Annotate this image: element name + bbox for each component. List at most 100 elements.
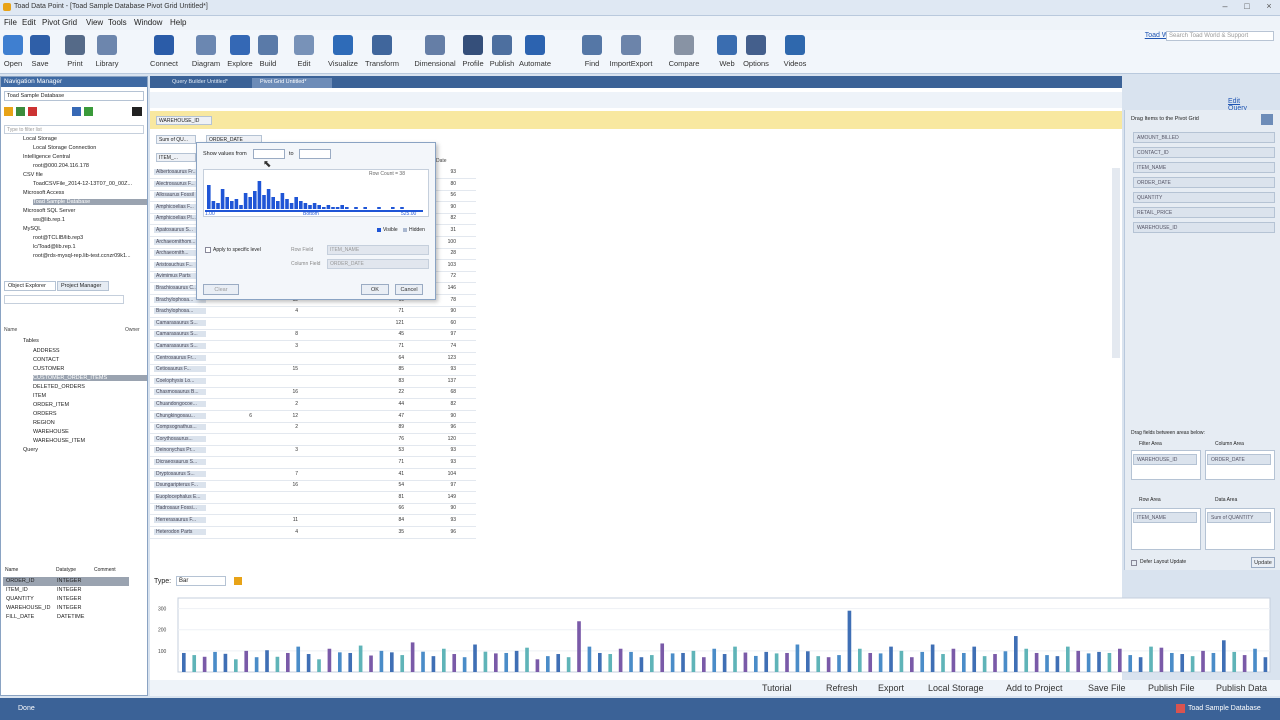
tab-project-manager[interactable]: Project Manager — [57, 281, 109, 291]
chart-bar[interactable] — [390, 652, 394, 672]
options-button[interactable]: Options — [740, 35, 772, 68]
chart-bar[interactable] — [379, 650, 384, 672]
chart-bar[interactable] — [785, 652, 789, 672]
chart-bar[interactable] — [889, 646, 893, 672]
ok-button[interactable]: OK — [361, 284, 389, 295]
tree-node[interactable]: Local Storage Connection — [33, 145, 96, 151]
table-node[interactable]: REGION — [33, 420, 55, 426]
save-file-button[interactable]: Save File — [1088, 683, 1126, 693]
field-item[interactable]: RETAIL_PRICE — [1133, 207, 1275, 218]
clear-button[interactable]: Clear — [203, 284, 239, 295]
chart-bar[interactable] — [327, 648, 332, 672]
chart-bar[interactable] — [691, 650, 696, 672]
chart-bar[interactable] — [1045, 655, 1049, 672]
tree-node[interactable]: root@TCLIB/lib.rep3 — [33, 235, 83, 241]
filter-area-item[interactable]: WAREHOUSE_ID — [1133, 454, 1197, 465]
chart-bar[interactable] — [951, 648, 956, 672]
vertical-scrollbar[interactable] — [1112, 168, 1120, 358]
defer-checkbox[interactable] — [1131, 560, 1137, 566]
field-item[interactable]: QUANTITY — [1133, 192, 1275, 203]
chart-bar[interactable] — [1149, 646, 1153, 672]
chart-bar[interactable] — [348, 652, 353, 672]
chart-bar[interactable] — [837, 655, 841, 672]
chart-bar[interactable] — [213, 651, 217, 672]
pivot-row[interactable]: Camarasaurus S... 8 45 97 — [150, 330, 476, 342]
chart-bar[interactable] — [858, 648, 862, 672]
pivot-row[interactable]: Heterodon Parts 4 35 96 — [150, 528, 476, 539]
row-area-item[interactable]: ITEM_NAME — [1133, 512, 1197, 523]
doc-tab-query-builder[interactable]: Query Builder Untitled* — [164, 78, 244, 88]
chart-bar[interactable] — [400, 655, 405, 672]
pivot-row[interactable]: Hadrosaur Fossi... 66 90 — [150, 504, 476, 516]
table-node[interactable]: ORDER_ITEM — [33, 402, 69, 408]
menu-edit[interactable]: Edit — [22, 18, 36, 27]
chart-bar[interactable] — [670, 653, 675, 672]
tree-node[interactable]: root@rds-mysql-rep.lib-test.ccnzr09k1... — [33, 253, 131, 259]
object-filter-input[interactable] — [4, 295, 124, 304]
chart-bar[interactable] — [223, 653, 228, 672]
chart-bar[interactable] — [535, 659, 540, 672]
chart-bar[interactable] — [1211, 652, 1216, 672]
chart-bar[interactable] — [254, 657, 259, 672]
chart-bar[interactable] — [306, 654, 311, 672]
edit-button[interactable]: Edit — [293, 35, 315, 68]
data-area-item[interactable]: Sum of QUANTITY — [1207, 512, 1271, 523]
refresh-icon[interactable] — [84, 107, 93, 116]
pivot-row[interactable]: Coelophysis Lo... 83 137 — [150, 377, 476, 388]
pivot-row[interactable]: Centrosaurus Fr... 64 123 — [150, 354, 476, 365]
chart-bar[interactable] — [546, 656, 550, 672]
chart-bar[interactable] — [1159, 647, 1164, 672]
chart-bar[interactable] — [982, 656, 987, 672]
chart-bar[interactable] — [764, 651, 769, 672]
add-to-project-button[interactable]: Add to Project — [1006, 683, 1063, 693]
chart-bar[interactable] — [421, 651, 425, 672]
chart-bar[interactable] — [504, 652, 509, 672]
chart-bar[interactable] — [1034, 652, 1039, 672]
filter-field-chip[interactable]: WAREHOUSE_ID — [156, 116, 212, 125]
field-item[interactable]: AMOUNT_BILLED — [1133, 132, 1275, 143]
chart-bar[interactable] — [868, 652, 873, 672]
chart-bar[interactable] — [1180, 654, 1185, 672]
chart-bar[interactable] — [317, 659, 321, 672]
terminal-icon[interactable] — [132, 107, 142, 116]
chart-bar[interactable] — [192, 655, 197, 672]
pivot-row[interactable]: Chuandongocoe... 2 44 82 — [150, 400, 476, 411]
search-input[interactable]: Search Toad World & Support — [1166, 31, 1274, 41]
pivot-row[interactable]: Compsognathus... 2 89 96 — [150, 423, 476, 435]
dimensional-button[interactable]: Dimensional — [412, 35, 458, 68]
chart-bar[interactable] — [993, 654, 997, 672]
chart-bar[interactable] — [754, 655, 758, 672]
field-item[interactable]: CONTACT_ID — [1133, 147, 1275, 158]
chart-bar[interactable] — [826, 657, 831, 672]
table-node[interactable]: CONTACT — [33, 357, 59, 363]
table-node[interactable]: WAREHOUSE_ITEM — [33, 438, 85, 444]
chart-bar[interactable] — [1097, 651, 1101, 672]
field-item[interactable]: WAREHOUSE_ID — [1133, 222, 1275, 233]
row-field-chip[interactable]: ITEM_... — [156, 153, 196, 162]
tutorial-button[interactable]: Tutorial — [762, 683, 792, 693]
chart-bar[interactable] — [650, 655, 654, 672]
save-button[interactable]: Save — [29, 35, 51, 68]
videos-button[interactable]: Videos — [780, 35, 810, 68]
automate-button[interactable]: Automate — [516, 35, 554, 68]
chart-bar[interactable] — [556, 654, 561, 672]
chart-bar[interactable] — [234, 659, 238, 672]
chart-bar[interactable] — [1242, 655, 1247, 672]
add-icon[interactable] — [16, 107, 25, 116]
chart-bar[interactable] — [930, 644, 935, 672]
library-button[interactable]: Library — [92, 35, 122, 68]
delete-icon[interactable] — [28, 107, 37, 116]
chart-bar[interactable] — [1170, 652, 1174, 672]
chart-bar[interactable] — [358, 645, 363, 672]
pivot-row[interactable]: Cetiosaurus F... 15 85 93 — [150, 365, 476, 377]
db-selector[interactable]: Toad Sample Database — [4, 91, 144, 101]
chart-bar[interactable] — [566, 657, 571, 672]
chart-bar[interactable] — [681, 652, 685, 672]
chart-bar[interactable] — [972, 646, 977, 672]
tree-node[interactable]: Local Storage — [23, 136, 57, 142]
chart-bar[interactable] — [743, 652, 748, 672]
layout-icon[interactable] — [1261, 114, 1273, 125]
chart-bar[interactable] — [452, 654, 457, 672]
chart-type-select[interactable]: Bar — [176, 576, 226, 586]
chart-bar[interactable] — [1118, 648, 1122, 672]
